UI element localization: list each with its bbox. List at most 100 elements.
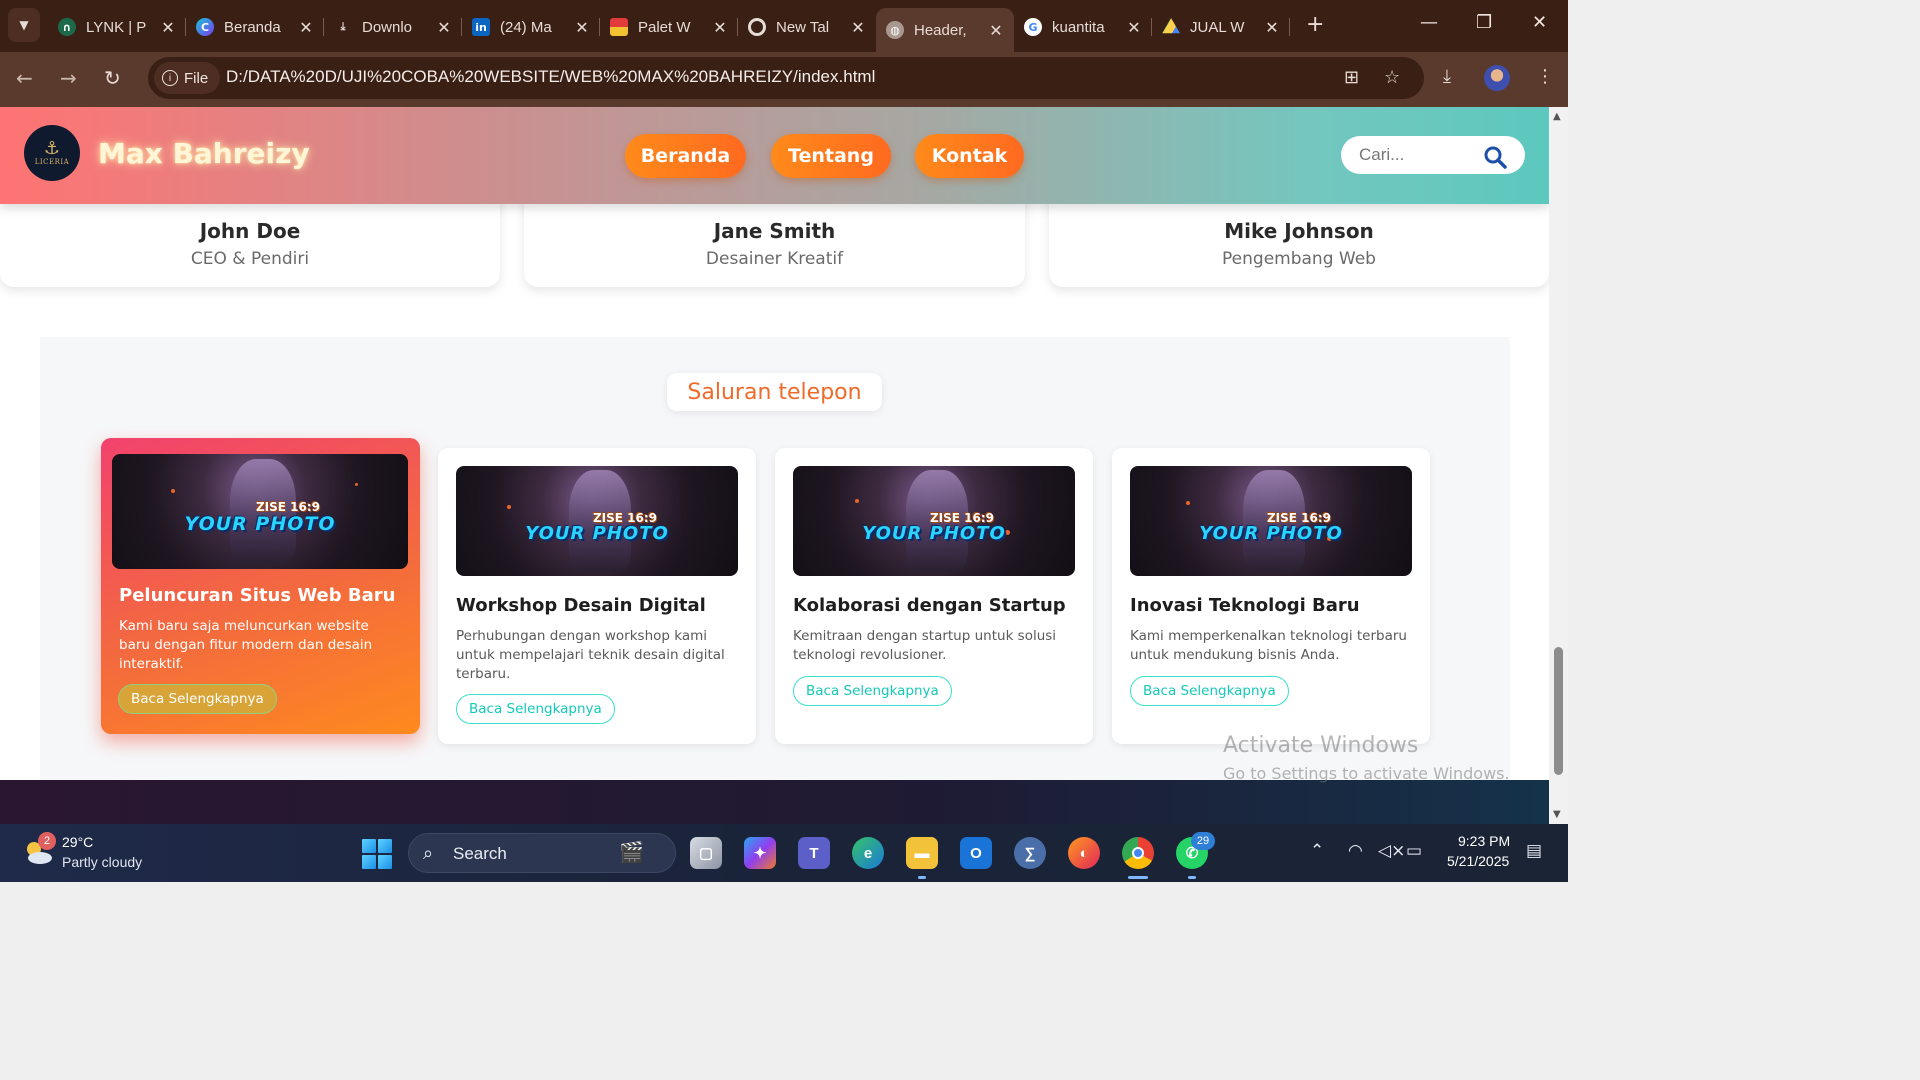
weather-temperature[interactable]: 29°C bbox=[62, 834, 93, 850]
windows-start-icon[interactable] bbox=[362, 839, 392, 869]
tab-new-tab[interactable]: New Tal ✕ bbox=[738, 8, 876, 46]
taskbar-search-label: Search bbox=[453, 844, 507, 863]
edge-icon[interactable]: e bbox=[852, 837, 884, 869]
running-indicator bbox=[918, 876, 926, 879]
notification-icon[interactable]: ▤ bbox=[1526, 841, 1542, 861]
kebab-menu-icon[interactable]: ⋮ bbox=[1536, 66, 1554, 87]
url-text: D:/DATA%20D/UJI%20COBA%20WEBSITE/WEB%20M… bbox=[226, 67, 876, 86]
scroll-down-icon[interactable]: ▼ bbox=[1553, 809, 1561, 820]
logo-text: LICERIA bbox=[34, 158, 70, 166]
site-footer bbox=[0, 780, 1549, 824]
close-icon[interactable]: ✕ bbox=[850, 18, 866, 37]
translate-icon[interactable]: ⊞ bbox=[1344, 67, 1359, 88]
nav-tentang[interactable]: Tentang bbox=[771, 134, 891, 178]
tab-header[interactable]: ◍ Header, ✕ bbox=[876, 8, 1014, 52]
search-input[interactable] bbox=[1359, 144, 1479, 166]
battery-icon[interactable]: ▭ bbox=[1406, 841, 1422, 861]
tab-jual[interactable]: JUAL W ✕ bbox=[1152, 8, 1290, 46]
tab-separator bbox=[1289, 18, 1290, 36]
read-more-button[interactable]: Baca Selengkapnya bbox=[1130, 676, 1289, 706]
volume-muted-icon[interactable]: ◁× bbox=[1378, 841, 1405, 861]
tab-list: ∩ LYNK | P ✕ C Beranda ✕ ⤓ Downlo ✕ in (… bbox=[48, 8, 1290, 52]
tab-palet[interactable]: Palet W ✕ bbox=[600, 8, 738, 46]
site-header: ⚓ LICERIA Max Bahreizy Beranda Tentang K… bbox=[0, 107, 1549, 204]
close-icon[interactable]: ✕ bbox=[436, 18, 452, 37]
brand-name[interactable]: Max Bahreizy bbox=[98, 137, 310, 170]
outlook-icon[interactable]: O bbox=[960, 837, 992, 869]
copilot-icon[interactable]: ✦ bbox=[744, 837, 776, 869]
reload-icon[interactable]: ↻ bbox=[104, 66, 121, 90]
search-icon: ⌕ bbox=[423, 843, 434, 864]
close-icon[interactable]: ✕ bbox=[1126, 18, 1142, 37]
wifi-icon[interactable]: ◠ bbox=[1348, 841, 1363, 861]
file-explorer-icon[interactable]: ▬ bbox=[906, 837, 938, 869]
tab-title: (24) Ma bbox=[500, 18, 552, 36]
scroll-up-icon[interactable]: ▲ bbox=[1553, 111, 1561, 122]
chevron-up-icon[interactable]: ⌃ bbox=[1310, 841, 1324, 861]
scrollbar-thumb[interactable] bbox=[1554, 647, 1563, 775]
page-scrollbar[interactable]: ▲ ▼ bbox=[1549, 107, 1568, 824]
nav-beranda[interactable]: Beranda bbox=[625, 134, 746, 178]
news-card-title: Kolaborasi dengan Startup bbox=[793, 595, 1066, 616]
chrome-icon[interactable] bbox=[1122, 837, 1154, 869]
math-app-icon[interactable]: ∑ bbox=[1014, 837, 1046, 869]
taskbar-search[interactable]: ⌕ Search 🎬 bbox=[408, 833, 676, 873]
address-bar[interactable]: i File D:/DATA%20D/UJI%20COBA%20WEBSITE/… bbox=[148, 57, 1424, 99]
profile-avatar[interactable] bbox=[1484, 65, 1510, 91]
downloads-icon[interactable]: ⤓ bbox=[1443, 66, 1451, 87]
bookmark-star-icon[interactable]: ☆ bbox=[1384, 67, 1400, 88]
back-icon[interactable]: ← bbox=[16, 66, 33, 90]
news-card[interactable]: ZISE 16:9 YOUR PHOTO Inovasi Teknologi B… bbox=[1112, 448, 1430, 744]
info-icon: i bbox=[162, 70, 178, 86]
close-icon[interactable]: ✕ bbox=[988, 21, 1004, 40]
close-icon[interactable]: ✕ bbox=[298, 18, 314, 37]
team-member-role: CEO & Pendiri bbox=[190, 249, 310, 269]
news-card[interactable]: ZISE 16:9 YOUR PHOTO Peluncuran Situs We… bbox=[101, 438, 420, 734]
window-close-icon[interactable]: ✕ bbox=[1532, 12, 1547, 33]
task-view-icon[interactable]: ▢ bbox=[690, 837, 722, 869]
news-thumbnail: ZISE 16:9 YOUR PHOTO bbox=[456, 466, 738, 576]
tab-download[interactable]: ⤓ Downlo ✕ bbox=[324, 8, 462, 46]
minimize-icon[interactable]: — bbox=[1420, 12, 1438, 33]
close-icon[interactable]: ✕ bbox=[574, 18, 590, 37]
restore-icon[interactable]: ❐ bbox=[1476, 12, 1492, 33]
firefox-icon[interactable]: ◐ bbox=[1068, 837, 1100, 869]
news-card[interactable]: ZISE 16:9 YOUR PHOTO Kolaborasi dengan S… bbox=[775, 448, 1093, 744]
tab-kuantitas[interactable]: G kuantita ✕ bbox=[1014, 8, 1152, 46]
close-icon[interactable]: ✕ bbox=[160, 18, 176, 37]
tab-title: Header, bbox=[914, 21, 967, 39]
read-more-button[interactable]: Baca Selengkapnya bbox=[118, 684, 277, 714]
site-info-chip[interactable]: i File bbox=[154, 62, 221, 94]
read-more-button[interactable]: Baca Selengkapnya bbox=[793, 676, 952, 706]
close-icon[interactable]: ✕ bbox=[712, 18, 728, 37]
tab-lynk[interactable]: ∩ LYNK | P ✕ bbox=[48, 8, 186, 46]
activation-watermark-text: Go to Settings to activate Windows. bbox=[1223, 764, 1510, 783]
lynk-icon: ∩ bbox=[58, 18, 76, 36]
chevron-down-icon: ▼ bbox=[19, 18, 29, 32]
clock-date[interactable]: 5/21/2025 bbox=[1447, 853, 1509, 869]
thumbnail-caption-big: YOUR PHOTO bbox=[862, 523, 1006, 544]
google-icon: G bbox=[1024, 18, 1042, 36]
news-card[interactable]: ZISE 16:9 YOUR PHOTO Workshop Desain Dig… bbox=[438, 448, 756, 744]
tab-title: Palet W bbox=[638, 18, 691, 36]
weather-condition[interactable]: Partly cloudy bbox=[62, 854, 142, 870]
teams-icon[interactable]: T bbox=[798, 837, 830, 869]
team-member-name: Mike Johnson bbox=[1224, 219, 1374, 243]
nav-kontak[interactable]: Kontak bbox=[915, 134, 1024, 178]
thumbnail-caption-big: YOUR PHOTO bbox=[1199, 523, 1343, 544]
tab-linkedin[interactable]: in (24) Ma ✕ bbox=[462, 8, 600, 46]
read-more-button[interactable]: Baca Selengkapnya bbox=[456, 694, 615, 724]
close-icon[interactable]: ✕ bbox=[1264, 18, 1280, 37]
news-thumbnail: ZISE 16:9 YOUR PHOTO bbox=[1130, 466, 1412, 576]
tab-search-button[interactable]: ▼ bbox=[8, 8, 40, 42]
clock-time[interactable]: 9:23 PM bbox=[1458, 833, 1510, 849]
thumbnail-caption-big: YOUR PHOTO bbox=[184, 513, 336, 535]
chrome-icon bbox=[748, 18, 766, 36]
forward-icon[interactable]: → bbox=[60, 66, 77, 90]
tab-title: kuantita bbox=[1052, 18, 1105, 36]
tab-beranda[interactable]: C Beranda ✕ bbox=[186, 8, 324, 46]
site-logo[interactable]: ⚓ LICERIA bbox=[24, 125, 80, 181]
running-indicator bbox=[1188, 876, 1196, 879]
new-tab-button[interactable]: + bbox=[1306, 14, 1324, 36]
search-icon[interactable] bbox=[1483, 145, 1507, 169]
